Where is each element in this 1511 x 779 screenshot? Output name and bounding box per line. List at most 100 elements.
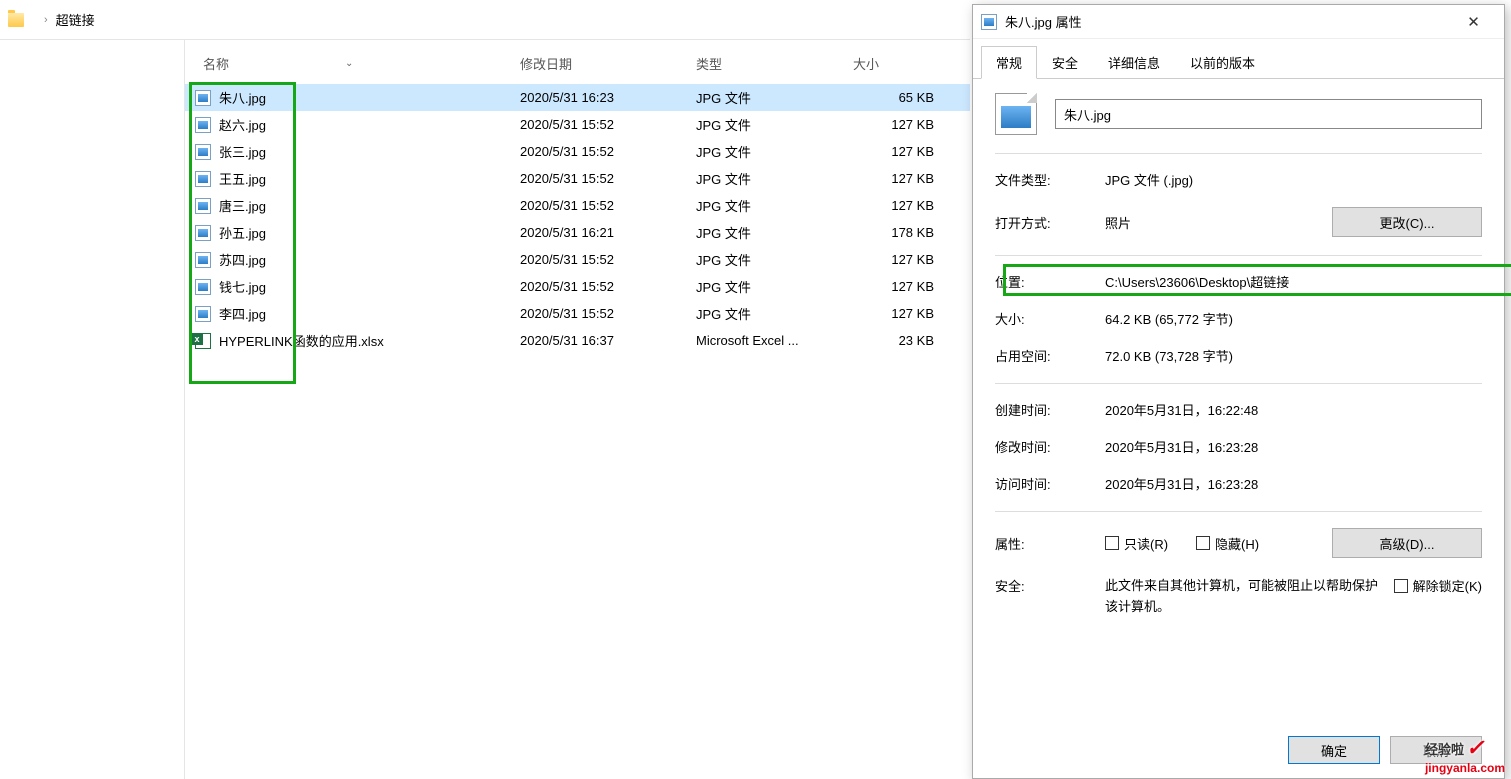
close-button[interactable]: ✕ <box>1451 7 1496 37</box>
file-name: 苏四.jpg <box>219 250 266 269</box>
tab[interactable]: 以前的版本 <box>1175 46 1270 79</box>
hidden-checkbox[interactable]: 隐藏(H) <box>1196 534 1259 553</box>
file-type-value: JPG 文件 (.jpg) <box>1105 170 1482 189</box>
file-size: 127 KB <box>891 198 934 213</box>
file-type-icon <box>995 93 1037 135</box>
chevron-right-icon: › <box>44 14 48 26</box>
column-size[interactable]: 大小 <box>853 54 879 73</box>
open-with-label: 打开方式: <box>995 213 1105 232</box>
file-size: 127 KB <box>891 144 934 159</box>
divider <box>995 383 1482 384</box>
hidden-checkbox-label: 隐藏(H) <box>1215 534 1259 553</box>
file-size: 65 KB <box>899 90 934 105</box>
file-date: 2020/5/31 15:52 <box>520 279 614 294</box>
file-row[interactable]: 唐三.jpg 2020/5/31 15:52 JPG 文件 127 KB <box>185 192 970 219</box>
file-size: 127 KB <box>891 279 934 294</box>
checkbox-icon <box>1394 579 1408 593</box>
size-value: 64.2 KB (65,772 字节) <box>1105 309 1482 328</box>
file-type: JPG 文件 <box>696 169 751 188</box>
tab[interactable]: 详细信息 <box>1093 46 1175 79</box>
chevron-down-icon[interactable]: ⌄ <box>345 58 353 69</box>
folder-icon <box>8 13 24 27</box>
breadcrumb-current[interactable]: 超链接 <box>56 10 95 29</box>
file-name: 钱七.jpg <box>219 277 266 296</box>
file-list: 朱八.jpg2020/5/31 16:23JPG 文件65 KB 赵六.jpg 20… <box>185 84 970 354</box>
file-size: 23 KB <box>899 333 934 348</box>
file-row[interactable]: 苏四.jpg2020/5/31 15:52JPG 文件127 KB <box>185 246 970 273</box>
file-name: 朱八.jpg <box>219 88 266 107</box>
image-file-icon <box>195 144 211 160</box>
file-date: 2020/5/31 15:52 <box>520 117 614 132</box>
file-name: 孙五.jpg <box>219 223 266 242</box>
divider <box>995 153 1482 154</box>
breadcrumb[interactable]: › 超链接 <box>0 0 970 40</box>
file-type: JPG 文件 <box>696 115 751 134</box>
accessed-value: 2020年5月31日，16:23:28 <box>1105 474 1482 493</box>
divider <box>995 511 1482 512</box>
file-date: 2020/5/31 15:52 <box>520 198 614 213</box>
image-file-icon <box>195 171 211 187</box>
column-date[interactable]: 修改日期 <box>520 54 572 73</box>
file-type: JPG 文件 <box>696 142 751 161</box>
file-row[interactable]: 朱八.jpg2020/5/31 16:23JPG 文件65 KB <box>185 84 970 111</box>
image-file-icon <box>195 90 211 106</box>
tab[interactable]: 安全 <box>1037 46 1093 79</box>
checkbox-icon <box>1105 536 1119 550</box>
file-size: 127 KB <box>891 171 934 186</box>
cancel-button[interactable]: 取消 <box>1390 736 1482 764</box>
file-row[interactable]: HYPERLINK函数的应用.xlsx2020/5/31 16:37Micros… <box>185 327 970 354</box>
location-value: C:\Users\23606\Desktop\超链接 <box>1105 272 1482 291</box>
explorer-window: › 超链接 名称 ⌄ 修改日期 类型 大小 朱八.jpg2020/5/31 16… <box>0 0 970 779</box>
file-row[interactable]: 钱七.jpg 2020/5/31 15:52 JPG 文件 127 KB <box>185 273 970 300</box>
size-on-disk-label: 占用空间: <box>995 346 1105 365</box>
image-file-icon <box>195 279 211 295</box>
file-size: 127 KB <box>891 306 934 321</box>
file-name: 王五.jpg <box>219 169 266 188</box>
security-label: 安全: <box>995 576 1105 595</box>
file-row[interactable]: 王五.jpg 2020/5/31 15:52 JPG 文件 127 KB <box>185 165 970 192</box>
location-label: 位置: <box>995 272 1105 291</box>
advanced-button[interactable]: 高级(D)... <box>1332 528 1482 558</box>
image-file-icon <box>195 117 211 133</box>
created-label: 创建时间: <box>995 400 1105 419</box>
unblock-checkbox[interactable]: 解除锁定(K) <box>1394 576 1482 595</box>
file-name: HYPERLINK函数的应用.xlsx <box>219 331 384 350</box>
image-file-icon <box>195 225 211 241</box>
created-value: 2020年5月31日，16:22:48 <box>1105 400 1482 419</box>
file-row[interactable]: 李四.jpg2020/5/31 15:52JPG 文件127 KB <box>185 300 970 327</box>
divider <box>995 255 1482 256</box>
size-on-disk-value: 72.0 KB (73,728 字节) <box>1105 346 1482 365</box>
image-file-icon <box>981 14 997 30</box>
image-file-icon <box>195 252 211 268</box>
file-name: 赵六.jpg <box>219 115 266 134</box>
sidebar <box>0 40 185 779</box>
checkbox-icon <box>1196 536 1210 550</box>
file-row[interactable]: 赵六.jpg 2020/5/31 15:52 JPG 文件 127 KB <box>185 111 970 138</box>
properties-content: 文件类型: JPG 文件 (.jpg) 打开方式: 照片 更改(C)... 位置… <box>973 79 1504 650</box>
file-type: JPG 文件 <box>696 196 751 215</box>
file-date: 2020/5/31 15:52 <box>520 171 614 186</box>
readonly-checkbox[interactable]: 只读(R) <box>1105 534 1168 553</box>
readonly-checkbox-label: 只读(R) <box>1124 534 1168 553</box>
tabs: 常规安全详细信息以前的版本 <box>973 39 1504 79</box>
file-type: JPG 文件 <box>696 223 751 242</box>
tab[interactable]: 常规 <box>981 46 1037 79</box>
ok-button[interactable]: 确定 <box>1288 736 1380 764</box>
file-type: JPG 文件 <box>696 277 751 296</box>
file-columns-header[interactable]: 名称 ⌄ 修改日期 类型 大小 <box>185 42 970 84</box>
column-type[interactable]: 类型 <box>696 54 722 73</box>
filename-input[interactable] <box>1055 99 1482 129</box>
dialog-titlebar[interactable]: 朱八.jpg 属性 ✕ <box>973 5 1504 39</box>
accessed-label: 访问时间: <box>995 474 1105 493</box>
file-row[interactable]: 孙五.jpg2020/5/31 16:21JPG 文件178 KB <box>185 219 970 246</box>
dialog-buttons: 确定 取消 <box>1288 736 1482 764</box>
unblock-checkbox-label: 解除锁定(K) <box>1413 576 1482 595</box>
size-label: 大小: <box>995 309 1105 328</box>
security-text: 此文件来自其他计算机，可能被阻止以帮助保护该计算机。 <box>1105 576 1394 618</box>
change-button[interactable]: 更改(C)... <box>1332 207 1482 237</box>
column-name[interactable]: 名称 <box>203 54 229 73</box>
file-row[interactable]: 张三.jpg2020/5/31 15:52JPG 文件127 KB <box>185 138 970 165</box>
file-date: 2020/5/31 15:52 <box>520 252 614 267</box>
file-size: 127 KB <box>891 117 934 132</box>
file-name: 唐三.jpg <box>219 196 266 215</box>
